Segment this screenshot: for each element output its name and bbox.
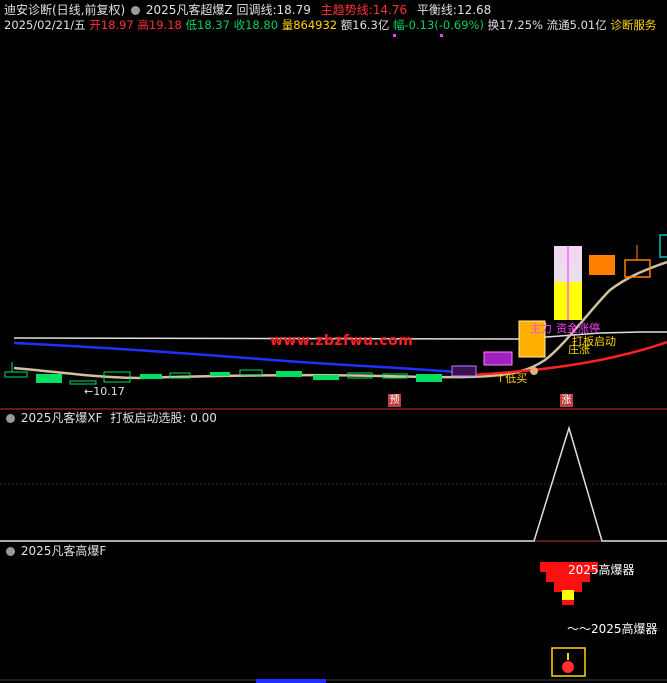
candle	[210, 372, 230, 376]
candle	[4, 371, 28, 378]
gear-icon[interactable]	[6, 546, 15, 556]
candle	[416, 374, 442, 382]
explosion-signal-core	[562, 590, 574, 600]
zhang-label: 涨	[560, 394, 573, 407]
candle	[451, 365, 477, 377]
candle	[140, 374, 162, 379]
candle	[69, 380, 97, 385]
marker-dot	[393, 34, 396, 37]
money-bag-icon	[562, 661, 574, 673]
panel2-name[interactable]: 2025凡客爆XF	[21, 411, 103, 425]
yu-label: 预	[388, 394, 401, 407]
watermark: www.zbzfwu.com	[270, 333, 414, 349]
panel3-name[interactable]: 2025凡客高爆F	[21, 544, 106, 558]
candle	[659, 234, 667, 258]
gaobao-signal-label: 2025高爆器	[568, 563, 635, 577]
candle	[313, 375, 339, 380]
candle	[589, 255, 615, 275]
signal-dot	[530, 367, 538, 375]
time-cursor	[256, 679, 326, 683]
zhuli-signal: 主力	[530, 322, 552, 335]
candle	[483, 351, 513, 366]
low-price-marker: ←10.17	[84, 385, 125, 398]
panel2-label: 打板启动选股:	[110, 411, 187, 425]
candle	[36, 374, 62, 383]
panel3-header: 2025凡客高爆F	[4, 544, 106, 558]
gear-icon[interactable]	[6, 413, 15, 423]
panel2-header: 2025凡客爆XF 打板启动选股: 0.00	[4, 411, 217, 425]
zhuangzhang-signal: 庄涨	[568, 343, 590, 356]
marker-dot	[440, 34, 443, 37]
dimai-signal: ↑低买	[496, 372, 528, 385]
candle	[276, 371, 302, 377]
gaobao-signal-label-2: ～～2025高爆器	[567, 622, 658, 636]
panel2-value: 0.00	[190, 411, 217, 425]
